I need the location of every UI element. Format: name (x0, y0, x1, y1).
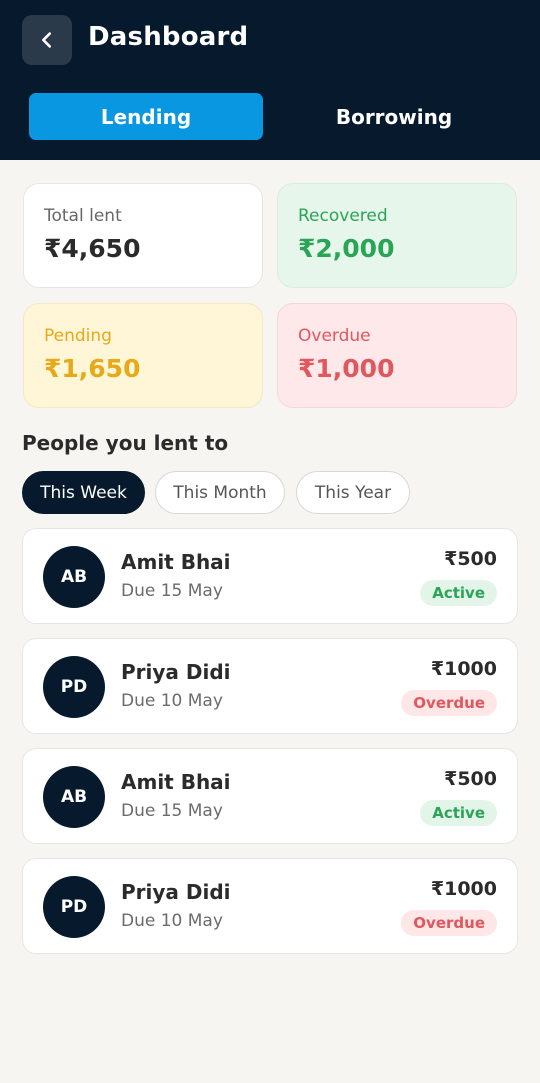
app-header: Dashboard Lending Borrowing (0, 0, 540, 160)
due-date: Due 10 May (121, 691, 223, 711)
person-name: Amit Bhai (121, 770, 231, 794)
status-badge: Active (420, 580, 497, 606)
person-name: Priya Didi (121, 660, 231, 684)
filter-this-year[interactable]: This Year (296, 471, 410, 514)
back-button[interactable] (22, 15, 72, 65)
due-date: Due 15 May (121, 801, 223, 821)
list-item[interactable]: PD Priya Didi Due 10 May ₹1000 Overdue (22, 638, 518, 734)
summary-value: ₹1,650 (44, 354, 141, 383)
summary-card-pending: Pending ₹1,650 (23, 303, 263, 408)
list-item[interactable]: PD Priya Didi Due 10 May ₹1000 Overdue (22, 858, 518, 954)
summary-value: ₹2,000 (298, 234, 395, 263)
summary-value: ₹1,000 (298, 354, 395, 383)
summary-card-recovered: Recovered ₹2,000 (277, 183, 517, 288)
tab-borrowing[interactable]: Borrowing (277, 93, 511, 140)
amount: ₹1000 (430, 878, 497, 900)
tab-lending[interactable]: Lending (29, 93, 263, 140)
filter-this-month[interactable]: This Month (155, 471, 285, 514)
person-name: Amit Bhai (121, 550, 231, 574)
amount: ₹1000 (430, 658, 497, 680)
summary-label: Total lent (44, 206, 122, 226)
status-badge: Overdue (401, 690, 497, 716)
summary-card-total: Total lent ₹4,650 (23, 183, 263, 288)
summary-value: ₹4,650 (44, 234, 141, 263)
section-title: People you lent to (22, 431, 229, 455)
summary-card-overdue: Overdue ₹1,000 (277, 303, 517, 408)
summary-label: Overdue (298, 326, 371, 346)
amount: ₹500 (444, 548, 497, 570)
status-badge: Active (420, 800, 497, 826)
amount: ₹500 (444, 768, 497, 790)
list-item[interactable]: AB Amit Bhai Due 15 May ₹500 Active (22, 528, 518, 624)
page-title: Dashboard (88, 22, 249, 52)
status-badge: Overdue (401, 910, 497, 936)
due-date: Due 10 May (121, 911, 223, 931)
person-name: Priya Didi (121, 880, 231, 904)
list-item[interactable]: AB Amit Bhai Due 15 May ₹500 Active (22, 748, 518, 844)
due-date: Due 15 May (121, 581, 223, 601)
avatar: AB (43, 546, 105, 608)
avatar: AB (43, 766, 105, 828)
avatar: PD (43, 656, 105, 718)
filter-this-week[interactable]: This Week (22, 471, 145, 514)
summary-label: Recovered (298, 206, 388, 226)
avatar: PD (43, 876, 105, 938)
chevron-left-icon (42, 32, 52, 48)
summary-label: Pending (44, 326, 112, 346)
